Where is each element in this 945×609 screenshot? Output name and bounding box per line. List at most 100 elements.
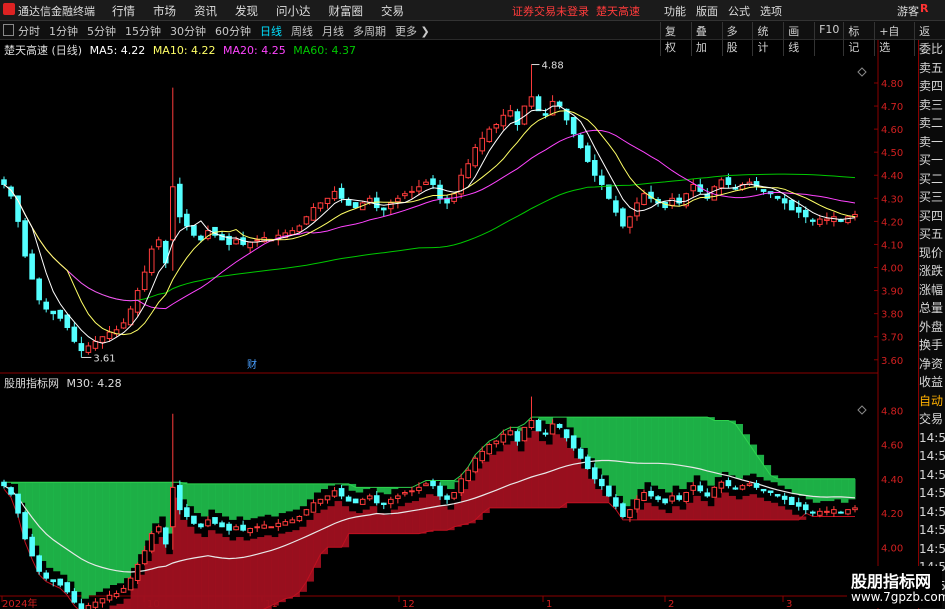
- sub-candle: [402, 491, 408, 495]
- menu-trade[interactable]: 交易: [381, 3, 404, 19]
- red-cloud: [749, 494, 758, 520]
- main-candle: [620, 208, 626, 227]
- sidebar-field-16[interactable]: 换手: [919, 336, 945, 355]
- green-cloud: [320, 483, 329, 490]
- red-cloud: [369, 506, 378, 534]
- sub-candle: [760, 488, 767, 492]
- right-menu: 功能 版面 公式 选项: [664, 3, 782, 19]
- main-candle: [352, 202, 359, 209]
- layout-toggle-icon[interactable]: [3, 24, 14, 36]
- sub-candle: [373, 495, 380, 504]
- sub-candle: [282, 521, 289, 526]
- watermark-title: 股朋指标网: [851, 572, 932, 591]
- sidebar-field-0[interactable]: 委比: [919, 40, 945, 59]
- sidebar-field-13[interactable]: 涨幅: [919, 281, 945, 300]
- sidebar-field-17[interactable]: 净资: [919, 355, 945, 374]
- menu-formula[interactable]: 公式: [728, 3, 750, 19]
- sub-candle: [155, 526, 162, 533]
- red-cloud: [271, 537, 279, 606]
- sidebar-field-2[interactable]: 卖四: [919, 77, 945, 96]
- main-candle: [817, 218, 823, 225]
- period-tab-7[interactable]: 周线: [291, 23, 313, 39]
- main-candle: [570, 116, 577, 135]
- sub-candle: [549, 423, 556, 435]
- green-cloud: [566, 417, 575, 428]
- watermark: 股朋指标网 www.7gpzb.com: [847, 566, 945, 608]
- green-cloud: [629, 417, 638, 500]
- period-tab-9[interactable]: 多周期: [353, 23, 386, 39]
- red-cloud: [658, 509, 666, 520]
- period-tab-6[interactable]: 日线: [260, 23, 282, 39]
- menu-market[interactable]: 市场: [153, 3, 176, 19]
- sub-candle: [226, 523, 232, 531]
- red-cloud: [777, 506, 786, 520]
- sidebar-field-11[interactable]: 现价: [919, 244, 945, 263]
- green-cloud: [88, 482, 96, 596]
- menu-wealth[interactable]: 财富圈: [329, 3, 364, 19]
- sub-candle: [563, 429, 570, 439]
- sidebar-field-5[interactable]: 卖一: [919, 133, 945, 152]
- sidebar-field-25[interactable]: 14:56: [919, 503, 945, 522]
- green-cloud: [250, 483, 258, 519]
- sidebar-field-20[interactable]: 交易: [919, 410, 945, 429]
- sub-candle: [275, 522, 282, 528]
- red-cloud: [566, 447, 575, 503]
- green-cloud: [137, 482, 146, 555]
- green-cloud: [186, 483, 195, 507]
- sub-candle: [507, 430, 514, 436]
- period-tab-4[interactable]: 30分钟: [170, 23, 206, 39]
- period-tab-3[interactable]: 15分钟: [125, 23, 161, 39]
- main-candle: [613, 200, 619, 213]
- menu-ask[interactable]: 问小达: [276, 3, 311, 19]
- menu-news[interactable]: 资讯: [194, 3, 217, 19]
- sidebar-field-22[interactable]: 14:56: [919, 447, 945, 466]
- sidebar-field-14[interactable]: 总量: [919, 299, 945, 318]
- sidebar-field-1[interactable]: 卖五: [919, 59, 945, 78]
- menu-options[interactable]: 选项: [760, 3, 782, 19]
- guest-user[interactable]: 游客: [897, 3, 919, 19]
- sidebar-field-24[interactable]: 14:56: [919, 484, 945, 503]
- sidebar-field-21[interactable]: 14:56: [919, 429, 945, 448]
- period-tab-10[interactable]: 更多 ❯: [395, 23, 430, 39]
- sidebar-field-9[interactable]: 买四: [919, 207, 945, 226]
- period-tab-5[interactable]: 60分钟: [215, 23, 251, 39]
- sidebar-field-15[interactable]: 外盘: [919, 318, 945, 337]
- sub-candle: [423, 483, 429, 487]
- red-cloud: [496, 451, 504, 508]
- sidebar-field-27[interactable]: 14:56: [919, 540, 945, 559]
- sub-candle: [162, 527, 169, 545]
- quote-sidebar: 委比 卖五 卖四 卖三 卖二 卖一 买一 买二 买三 买四 买五 现价 涨跌 涨幅 总量 外盘 换手 净资 收益 自动…: [918, 40, 945, 609]
- sidebar-field-3[interactable]: 卖三: [919, 96, 945, 115]
- r-icon[interactable]: R: [920, 2, 934, 16]
- sidebar-field-26[interactable]: 14:56: [919, 521, 945, 540]
- sidebar-field-10[interactable]: 买五: [919, 225, 945, 244]
- green-cloud: [679, 417, 687, 490]
- sub-candle: [233, 526, 239, 531]
- sidebar-field-19[interactable]: 自动: [919, 392, 945, 411]
- sidebar-field-7[interactable]: 买二: [919, 170, 945, 189]
- main-candle: [57, 309, 64, 319]
- green-cloud: [376, 487, 385, 493]
- menu-layout[interactable]: 版面: [696, 3, 718, 19]
- sidebar-field-18[interactable]: 收益: [919, 373, 945, 392]
- sidebar-field-8[interactable]: 买三: [919, 188, 945, 207]
- red-cloud: [123, 598, 132, 609]
- sub-candle: [641, 491, 647, 501]
- period-tab-1[interactable]: 1分钟: [49, 23, 78, 39]
- period-tab-2[interactable]: 5分钟: [87, 23, 116, 39]
- menu-discover[interactable]: 发现: [235, 3, 258, 19]
- sidebar-field-4[interactable]: 卖二: [919, 114, 945, 133]
- menu-functions[interactable]: 功能: [664, 3, 686, 19]
- candlestick-chart[interactable]: 4.80 4.70 4.60 4.50 4.40 4.30 4.20 4.10 4.00 3.90…: [0, 40, 918, 609]
- menu-quotes[interactable]: 行情: [112, 3, 135, 19]
- period-tab-0[interactable]: 分时: [18, 23, 40, 39]
- sidebar-field-6[interactable]: 买一: [919, 151, 945, 170]
- stock-name-link[interactable]: 楚天高速: [596, 5, 640, 18]
- sub-candle: [254, 526, 260, 529]
- login-warning[interactable]: 证券交易未登录 楚天高速: [512, 3, 640, 19]
- sidebar-field-12[interactable]: 涨跌: [919, 262, 945, 281]
- red-cloud: [214, 533, 223, 609]
- sidebar-field-23[interactable]: 14:56: [919, 466, 945, 485]
- red-cloud: [376, 513, 385, 534]
- period-tab-8[interactable]: 月线: [322, 23, 344, 39]
